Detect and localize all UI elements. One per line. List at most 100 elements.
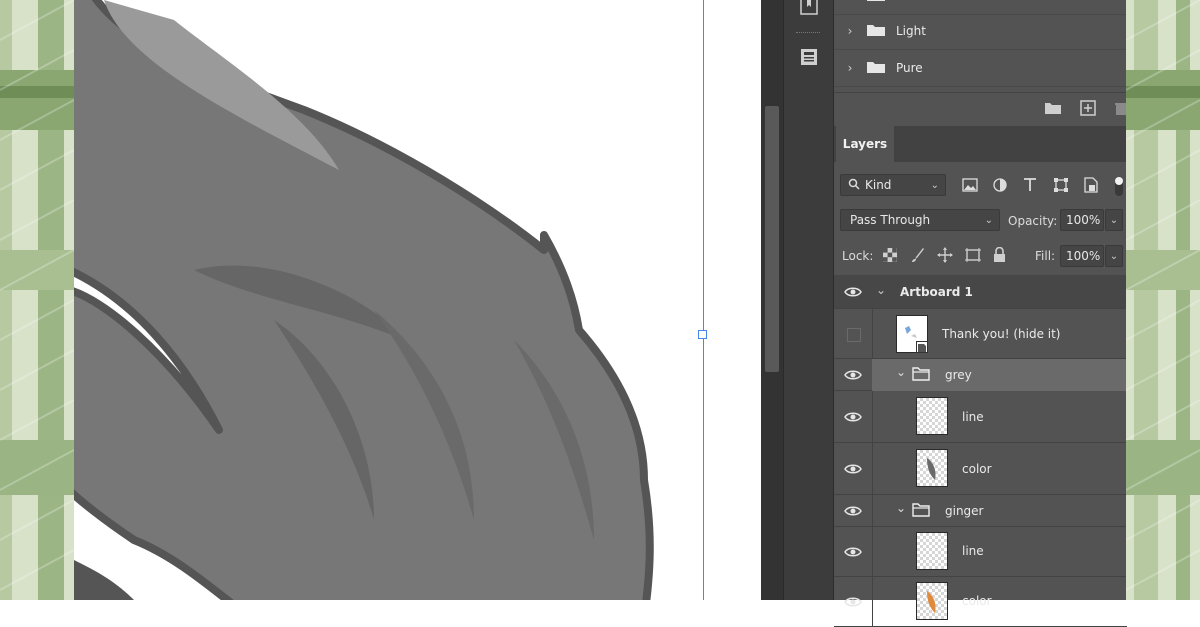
layer-thumbnail bbox=[896, 315, 928, 353]
layer-name: line bbox=[962, 544, 984, 558]
lock-artboard-icon[interactable] bbox=[964, 247, 982, 266]
lock-all-icon[interactable] bbox=[993, 246, 1006, 266]
type-filter-icon[interactable] bbox=[1023, 177, 1037, 196]
eye-icon[interactable] bbox=[844, 462, 862, 476]
opacity-value: 100% bbox=[1066, 213, 1101, 227]
layer-row-grey-color[interactable]: color bbox=[834, 443, 1127, 495]
panel-icon-strip bbox=[783, 0, 834, 600]
image-filter-icon[interactable] bbox=[962, 178, 978, 195]
row-divider bbox=[872, 443, 873, 495]
opacity-dropdown[interactable]: ⌄ bbox=[1105, 209, 1123, 231]
bookmark-icon[interactable] bbox=[792, 0, 826, 22]
document-icon[interactable] bbox=[792, 42, 826, 72]
row-divider bbox=[872, 391, 873, 443]
smart-object-filter-icon[interactable] bbox=[1084, 177, 1098, 196]
chevron-down-icon: ⌄ bbox=[1109, 250, 1119, 262]
chevron-right-icon[interactable]: › bbox=[842, 24, 858, 38]
row-divider bbox=[872, 309, 873, 359]
layer-filter-row: Kind ⌄ bbox=[834, 168, 1127, 202]
folder-icon bbox=[866, 60, 886, 77]
fill-value: 100% bbox=[1066, 249, 1101, 263]
scrollbar-thumb[interactable] bbox=[765, 106, 779, 372]
blend-mode-value: Pass Through bbox=[850, 213, 931, 227]
eye-icon[interactable] bbox=[844, 504, 862, 518]
fill-label: Fill: bbox=[1035, 249, 1056, 263]
tab-layers[interactable]: Layers bbox=[836, 126, 894, 162]
chevron-down-icon: ⌄ bbox=[984, 214, 993, 226]
fill-dropdown[interactable]: ⌄ bbox=[1105, 245, 1123, 267]
chevron-down-icon[interactable]: ⌄ bbox=[876, 283, 886, 297]
folder-icon bbox=[866, 23, 886, 40]
lock-move-icon[interactable] bbox=[937, 247, 953, 266]
chevron-right-icon[interactable]: › bbox=[842, 61, 858, 75]
blend-row: Pass Through ⌄ Opacity: 100% ⌄ bbox=[834, 203, 1127, 237]
eye-icon[interactable] bbox=[844, 410, 862, 424]
groups-panel-footer bbox=[834, 92, 1127, 127]
row-divider bbox=[872, 495, 873, 527]
layers-tabbar: Layers bbox=[834, 126, 1127, 162]
layers-side-panel: › › Light › Pure Layers Kind ⌄ bbox=[833, 0, 1127, 627]
layer-name: Thank you! (hide it) bbox=[942, 327, 1061, 341]
group-item-pure[interactable]: › Pure bbox=[834, 50, 1127, 87]
visibility-toggle-off[interactable] bbox=[847, 328, 861, 342]
layer-name: line bbox=[962, 410, 984, 424]
eye-icon[interactable] bbox=[844, 368, 862, 382]
layer-name: color bbox=[962, 594, 992, 608]
folder-icon bbox=[866, 0, 886, 5]
eye-icon[interactable] bbox=[844, 285, 862, 299]
row-divider bbox=[872, 527, 873, 577]
folder-open-icon bbox=[912, 367, 930, 384]
chevron-down-icon[interactable]: ⌄ bbox=[896, 365, 906, 379]
chevron-down-icon: ⌄ bbox=[1109, 214, 1119, 226]
layer-row-ginger-line[interactable]: line bbox=[834, 527, 1127, 577]
layer-name: ginger bbox=[945, 504, 984, 518]
layer-thumbnail bbox=[916, 397, 948, 435]
layer-thumbnail bbox=[916, 449, 948, 487]
adjustment-filter-icon[interactable] bbox=[992, 177, 1008, 196]
layer-row-thank-you[interactable]: Thank you! (hide it) bbox=[834, 309, 1127, 359]
canvas-scrollbar[interactable] bbox=[761, 0, 783, 600]
selected-highlight bbox=[872, 359, 1127, 391]
layer-name: Artboard 1 bbox=[900, 285, 973, 299]
layer-row-grey-group[interactable]: ⌄ grey bbox=[834, 359, 1127, 391]
eye-icon[interactable] bbox=[844, 595, 862, 609]
layer-row-ginger-color[interactable]: color bbox=[834, 577, 1127, 627]
kind-filter-select[interactable]: Kind ⌄ bbox=[840, 174, 946, 196]
opacity-label: Opacity: bbox=[1008, 214, 1058, 228]
opacity-input[interactable]: 100% bbox=[1060, 209, 1104, 231]
filter-toggle[interactable] bbox=[1113, 174, 1125, 198]
layer-row-grey-line[interactable]: line bbox=[834, 391, 1127, 443]
layer-name: color bbox=[962, 462, 992, 476]
transform-handle[interactable] bbox=[698, 330, 707, 339]
layer-thumbnail bbox=[916, 582, 948, 620]
layer-row-ginger-group[interactable]: ⌄ ginger bbox=[834, 495, 1127, 527]
fill-input[interactable]: 100% bbox=[1060, 245, 1104, 267]
strip-divider bbox=[796, 32, 820, 35]
folder-open-icon bbox=[912, 503, 930, 520]
lock-transparent-icon[interactable] bbox=[883, 248, 897, 265]
add-icon[interactable] bbox=[1080, 100, 1096, 119]
group-label: Pure bbox=[896, 61, 923, 75]
kind-label: Kind bbox=[865, 178, 892, 192]
fox-tail-artwork bbox=[74, 0, 654, 600]
blend-mode-select[interactable]: Pass Through ⌄ bbox=[840, 209, 1000, 231]
eye-icon[interactable] bbox=[844, 545, 862, 559]
layer-row-artboard[interactable]: ⌄ Artboard 1 bbox=[834, 275, 1127, 309]
layer-thumbnail bbox=[916, 532, 948, 570]
chevron-down-icon: ⌄ bbox=[930, 179, 939, 191]
new-folder-icon[interactable] bbox=[1044, 101, 1062, 118]
shape-filter-icon[interactable] bbox=[1053, 177, 1069, 196]
lock-label: Lock: bbox=[842, 249, 874, 263]
artboard-canvas[interactable] bbox=[74, 0, 761, 600]
layer-name: grey bbox=[945, 368, 972, 382]
row-divider bbox=[872, 577, 873, 627]
selection-guide-line bbox=[703, 0, 704, 600]
group-label: Light bbox=[896, 24, 926, 38]
search-icon bbox=[848, 178, 860, 193]
lock-brush-icon[interactable] bbox=[911, 247, 925, 266]
group-item-light[interactable]: › Light bbox=[834, 13, 1127, 50]
chevron-down-icon[interactable]: ⌄ bbox=[896, 501, 906, 515]
chevron-right-icon[interactable]: › bbox=[842, 0, 858, 3]
background-pattern-left bbox=[0, 0, 74, 600]
lock-row: Lock: Fill: 100% ⌄ bbox=[834, 238, 1127, 274]
